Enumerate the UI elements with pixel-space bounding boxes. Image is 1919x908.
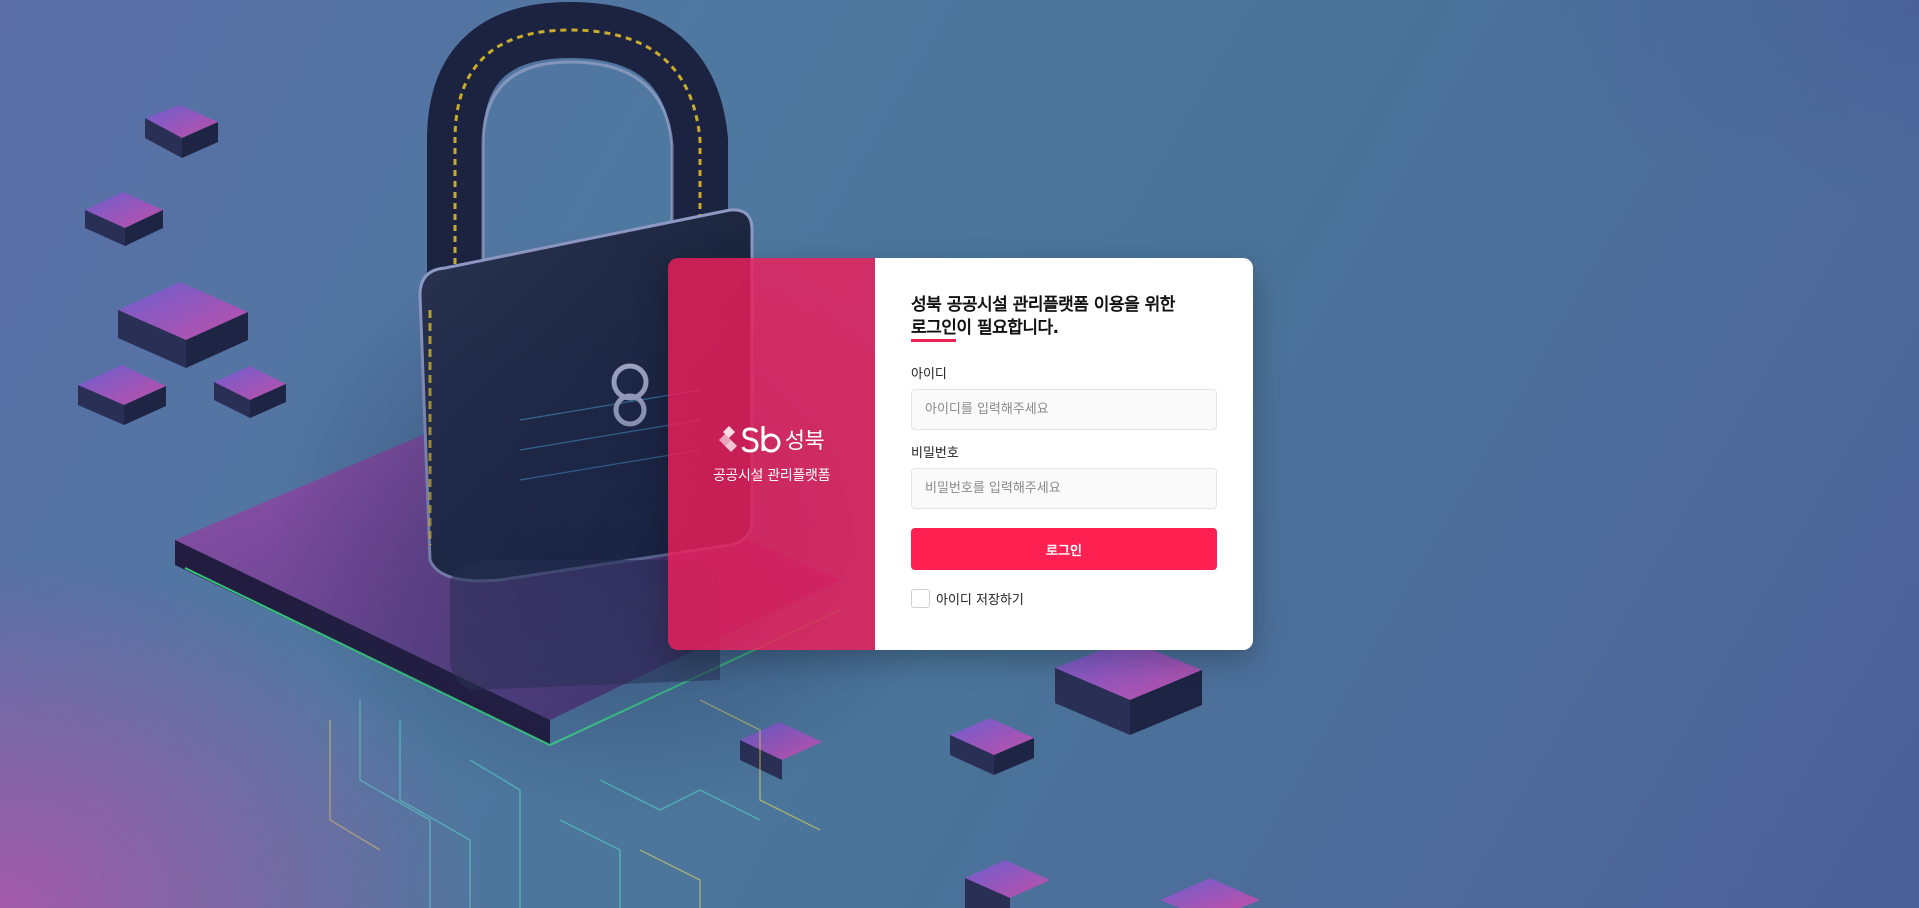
id-input[interactable] — [911, 389, 1217, 430]
password-label: 비밀번호 — [911, 446, 959, 461]
brand-logo-text: 성북 — [784, 428, 825, 453]
brand-panel: 성북 공공시설 관리플랫폼 — [668, 258, 875, 650]
sb-letters-icon — [741, 426, 781, 453]
brand-subtitle: 공공시설 관리플랫폼 — [712, 468, 831, 484]
brand-logo: 성북 — [718, 423, 825, 455]
login-heading: 성북 공공시설 관리플랫폼 이용을 위한 로그인이 필요합니다. — [911, 294, 1217, 342]
remember-id-label[interactable]: 아이디 저장하기 — [936, 589, 1024, 608]
id-label: 아이디 — [911, 367, 947, 382]
login-card: 성북 공공시설 관리플랫폼 성북 공공시설 관리플랫폼 이용을 위한 로그인이 … — [668, 258, 1253, 650]
login-button[interactable]: 로그인 — [911, 528, 1217, 570]
sb-mark-icon — [718, 426, 737, 452]
remember-id-row: 아이디 저장하기 — [911, 589, 1217, 608]
login-form: 성북 공공시설 관리플랫폼 이용을 위한 로그인이 필요합니다. 아이디 비밀번… — [875, 258, 1253, 650]
password-input[interactable] — [911, 468, 1217, 509]
heading-rest: 이 필요합니다. — [956, 318, 1059, 338]
heading-emphasis: 로그인 — [911, 317, 957, 342]
heading-line-1: 성북 공공시설 관리플랫폼 이용을 위한 — [911, 295, 1175, 315]
remember-id-checkbox[interactable] — [911, 589, 930, 608]
